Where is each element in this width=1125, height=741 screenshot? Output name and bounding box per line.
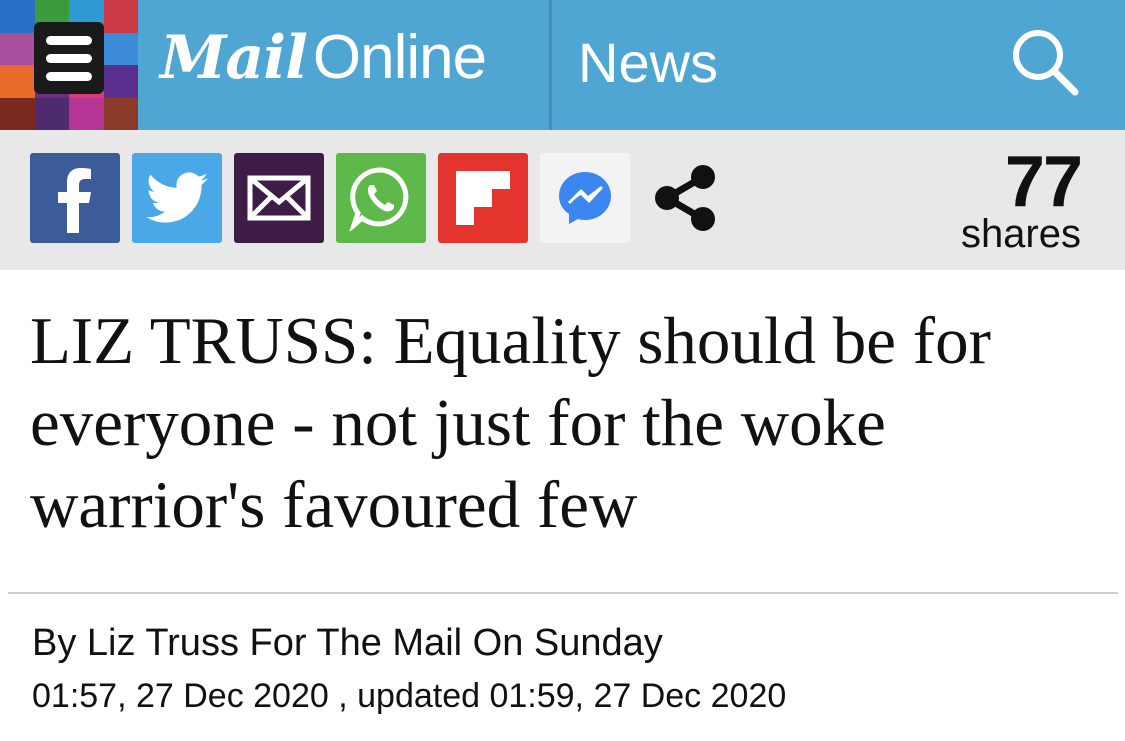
menu-button[interactable] [0, 0, 138, 130]
logo-online-text: Online [312, 23, 487, 92]
whatsapp-share-button[interactable] [336, 153, 426, 243]
share-icon [655, 165, 715, 231]
facebook-share-button[interactable] [30, 153, 120, 243]
article-byline[interactable]: By Liz Truss For The Mail On Sunday [32, 622, 663, 665]
twitter-share-button[interactable] [132, 153, 222, 243]
mosaic-tile [103, 65, 138, 98]
share-count-number: 77 [1004, 142, 1083, 222]
section-link-news[interactable]: News [578, 30, 718, 95]
mosaic-tile [103, 32, 138, 65]
search-icon [1013, 30, 1079, 96]
email-share-button[interactable] [234, 153, 324, 243]
share-count: 77 shares [960, 142, 1083, 256]
mosaic-tile [0, 32, 35, 65]
article-dateline: 01:57, 27 Dec 2020 , updated 01:59, 27 D… [32, 677, 787, 715]
header-divider [549, 0, 552, 130]
flipboard-share-button[interactable] [438, 153, 528, 243]
mosaic-tile [0, 65, 35, 98]
whatsapp-icon [349, 167, 409, 231]
messenger-share-button[interactable] [540, 153, 630, 243]
headline-divider [8, 592, 1118, 594]
article-headline: LIZ TRUSS: Equality should be for everyo… [30, 304, 991, 542]
twitter-icon [146, 172, 208, 223]
facebook-icon [58, 168, 91, 233]
hamburger-icon [34, 22, 104, 94]
email-icon [247, 175, 311, 221]
site-logo[interactable]: Mail Online [160, 22, 487, 102]
messenger-icon [559, 172, 611, 224]
share-count-label: shares [960, 212, 1081, 256]
logo-mail-text: Mail [160, 23, 308, 93]
more-share-button[interactable] [640, 153, 730, 243]
mosaic-tile [0, 0, 35, 33]
flipboard-icon [456, 171, 510, 225]
mosaic-tile [103, 97, 138, 130]
mosaic-tile [103, 0, 138, 33]
search-button[interactable] [1005, 22, 1085, 102]
mosaic-tile [34, 97, 69, 130]
mosaic-tile [0, 97, 35, 130]
mosaic-tile [69, 97, 104, 130]
